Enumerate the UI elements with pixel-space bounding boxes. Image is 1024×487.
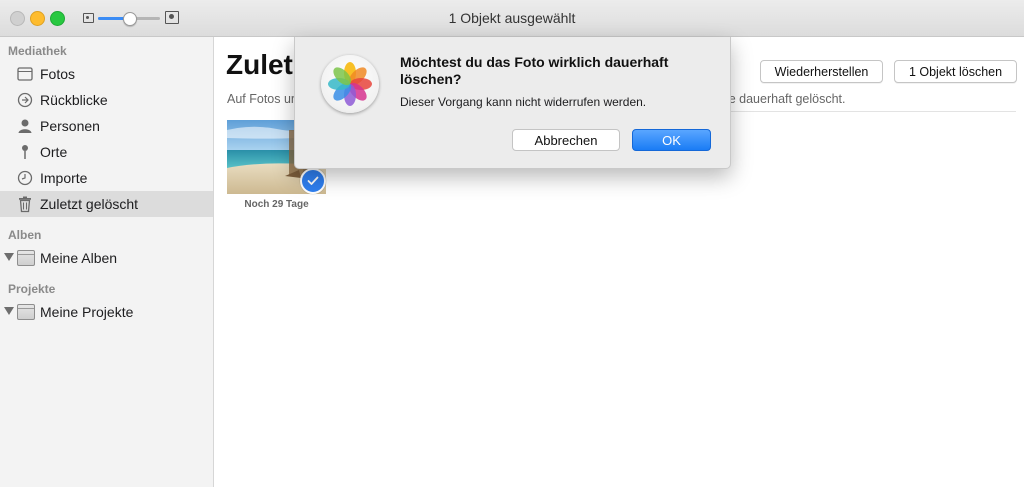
dialog-message: Dieser Vorgang kann nicht widerrufen wer…: [400, 95, 647, 109]
section-header-projekte: Projekte: [8, 282, 56, 296]
dialog-title: Möchtest du das Foto wirklich dauerhaft …: [400, 54, 669, 87]
sidebar-item-importe[interactable]: Importe: [0, 165, 213, 191]
section-header-mediathek: Mediathek: [8, 44, 67, 58]
subtitle-text: Auf Fotos ur: [227, 92, 296, 106]
delete-items-button[interactable]: 1 Objekt löschen: [894, 60, 1017, 83]
folder-icon: [17, 250, 35, 266]
disclosure-triangle-icon[interactable]: [4, 307, 14, 315]
sidebar-item-meine-alben[interactable]: Meine Alben: [0, 245, 213, 271]
photos-app-icon: [321, 55, 379, 113]
sidebar-item-fotos[interactable]: Fotos: [0, 61, 213, 87]
folder-icon: [17, 304, 35, 320]
disclosure-triangle-icon[interactable]: [4, 253, 14, 261]
title-bar: 1 Objekt ausgewählt: [0, 0, 1024, 37]
restore-button[interactable]: Wiederherstellen: [760, 60, 883, 83]
sidebar-item-label: Personen: [40, 118, 100, 134]
sidebar-item-label: Meine Alben: [40, 250, 118, 266]
window-title: 1 Objekt ausgewählt: [448, 10, 576, 26]
divider: [719, 111, 1016, 112]
section-header-alben: Alben: [8, 228, 42, 242]
sidebar-item-label: Rückblicke: [40, 92, 108, 108]
page-title: Zulet: [226, 49, 293, 80]
subtitle-text-end: kte dauerhaft gelöscht.: [719, 92, 846, 106]
delete-confirmation-dialog: Möchtest du das Foto wirklich dauerhaft …: [294, 37, 731, 169]
sidebar-item-label: Importe: [40, 170, 88, 186]
person-icon: [16, 117, 34, 135]
trash-icon: [16, 195, 34, 213]
sidebar-item-personen[interactable]: Personen: [0, 113, 213, 139]
sidebar-item-meine-projekte[interactable]: Meine Projekte: [0, 299, 213, 325]
ok-button[interactable]: OK: [632, 129, 711, 151]
sidebar-item-label: Orte: [40, 144, 68, 160]
photos-grid-icon: [16, 65, 34, 83]
memories-icon: [16, 91, 34, 109]
days-remaining-label: Noch 29 Tage: [244, 199, 309, 210]
pin-icon: [16, 143, 34, 161]
sidebar-item-orte[interactable]: Orte: [0, 139, 213, 165]
sidebar: Mediathek Fotos Rückblicke Personen Orte…: [0, 37, 214, 487]
sidebar-item-label: Fotos: [40, 66, 76, 82]
selected-check-icon[interactable]: [300, 168, 326, 194]
sidebar-item-label: Zuletzt gelöscht: [40, 196, 139, 212]
sidebar-item-label: Meine Projekte: [40, 304, 134, 320]
sidebar-item-zuletzt-geloescht[interactable]: Zuletzt gelöscht: [0, 191, 213, 217]
cancel-button[interactable]: Abbrechen: [512, 129, 620, 151]
sidebar-item-rueckblicke[interactable]: Rückblicke: [0, 87, 213, 113]
clock-icon: [16, 169, 34, 187]
